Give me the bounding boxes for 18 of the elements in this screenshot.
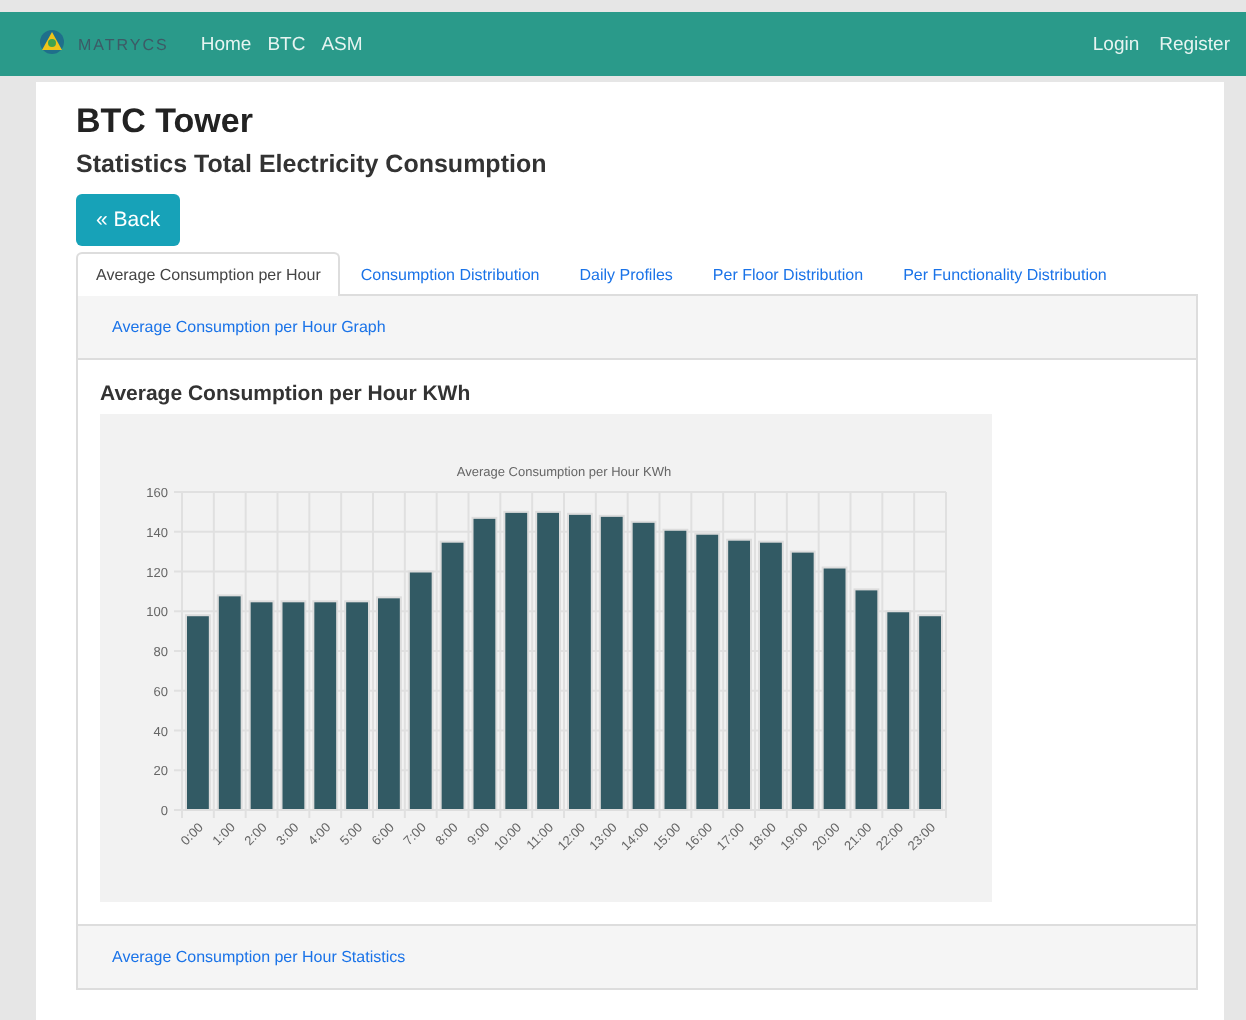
tab[interactable]: Consumption Distribution bbox=[340, 252, 560, 296]
nav-link[interactable]: BTC bbox=[267, 33, 306, 55]
nav-link[interactable]: Login bbox=[1092, 33, 1140, 55]
nav-link[interactable]: Register bbox=[1159, 33, 1230, 55]
tab[interactable]: Average Consumption per Hour bbox=[76, 252, 341, 296]
logo-icon bbox=[36, 28, 68, 60]
nav-link[interactable]: Home bbox=[200, 33, 252, 55]
tab[interactable]: Daily Profiles bbox=[559, 252, 693, 296]
section-title: Average Consumption per Hour KWh bbox=[100, 382, 473, 406]
page-title: BTC Tower bbox=[76, 102, 255, 142]
panel-link[interactable]: Average Consumption per Hour Graph bbox=[112, 318, 386, 336]
nav-link[interactable]: ASM bbox=[321, 33, 363, 55]
tab[interactable]: Per Functionality Distribution bbox=[883, 252, 1127, 296]
page-subtitle: Statistics Total Electricity Consumption bbox=[76, 150, 549, 178]
brand-name: MATRYCS bbox=[78, 35, 169, 53]
tab[interactable]: Per Floor Distribution bbox=[692, 252, 884, 296]
panel-link[interactable]: Average Consumption per Hour Statistics bbox=[112, 948, 406, 966]
back-button[interactable]: « Back bbox=[76, 194, 181, 246]
